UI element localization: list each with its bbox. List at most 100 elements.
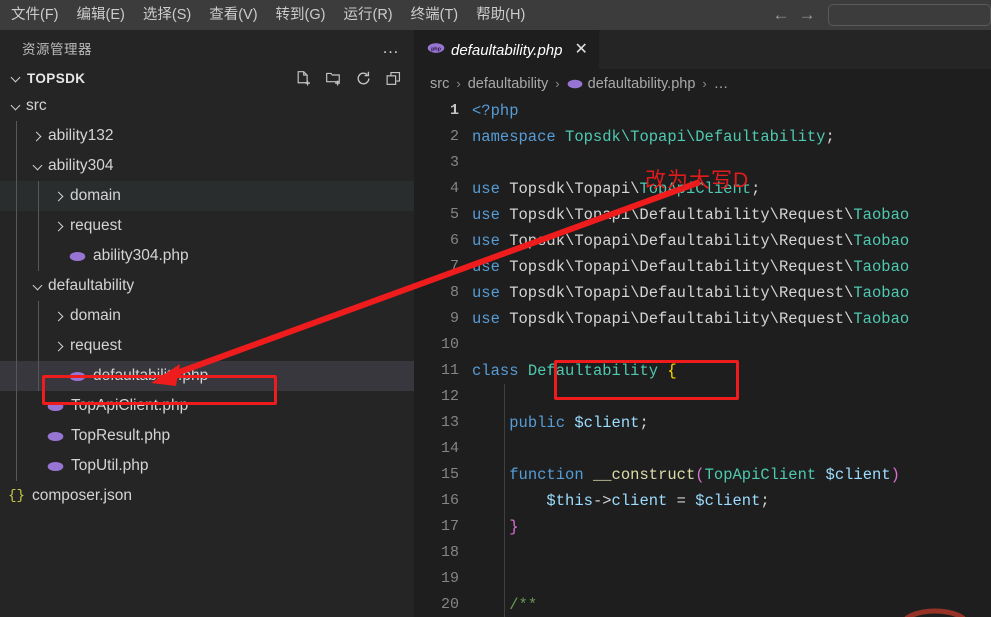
tree-item-defaultability-php[interactable]: defaultability.php (0, 361, 414, 391)
project-section-header[interactable]: TOPSDK (0, 65, 414, 91)
code-line: 7 use Topsdk\Topapi\Defaultability\Reques… (414, 254, 991, 280)
code-token: client (611, 492, 668, 510)
code-line-text: $this->client = $client; (472, 488, 769, 514)
new-folder-icon[interactable] (325, 70, 342, 87)
indent-guide (16, 181, 17, 211)
tree-item-label: TopApiClient.php (71, 397, 189, 414)
menu-edit[interactable]: 编辑(E) (68, 2, 134, 28)
line-number: 4 (449, 180, 459, 197)
menu-view[interactable]: 查看(V) (200, 2, 266, 28)
tree-item-ability304[interactable]: ability304 (0, 151, 414, 181)
code-token: /** (509, 596, 538, 614)
code-line-text: use Topsdk\Topapi\Defaultability\Request… (472, 202, 909, 228)
code-token: TopApiClient (639, 180, 752, 198)
indent-guide (16, 121, 17, 151)
breadcrumb-separator: › (456, 76, 461, 91)
line-number: 10 (440, 336, 459, 353)
new-file-icon[interactable] (295, 70, 312, 87)
chevron-right-icon[interactable] (52, 308, 68, 324)
tree-item-TopResult-php[interactable]: TopResult.php (0, 421, 414, 451)
tab-defaultability-php[interactable]: php defaultability.php ✕ (414, 30, 600, 69)
refresh-icon[interactable] (355, 70, 372, 87)
more-actions-icon[interactable]: … (382, 39, 400, 56)
tree-item-ability132[interactable]: ability132 (0, 121, 414, 151)
tree-item-label: defaultability (48, 277, 135, 294)
code-token: TopApiClient (704, 466, 817, 484)
tree-item-content: domain (0, 307, 121, 325)
breadcrumb-separator: › (555, 76, 560, 91)
code-token: Taobao (853, 284, 910, 302)
tree-item-domain[interactable]: domain (0, 301, 414, 331)
code-token: Topsdk\Topapi\Defaultability (565, 128, 826, 146)
tree-item-request[interactable]: request (0, 331, 414, 361)
tree-item-composer-json[interactable]: {} composer.json (0, 481, 414, 511)
tree-item-content: ability132 (0, 127, 114, 145)
explorer-title-bar: 资源管理器 … (0, 30, 414, 65)
close-icon[interactable]: ✕ (574, 42, 587, 58)
tree-item-label: request (70, 337, 122, 354)
command-center-input[interactable] (828, 4, 991, 26)
chevron-right-icon[interactable] (52, 188, 68, 204)
breadcrumb-item-file[interactable]: defaultability.php (588, 76, 696, 92)
tree-item-label: TopResult.php (71, 427, 171, 444)
tree-item-label: src (26, 97, 47, 114)
tree-item-request[interactable]: request (0, 211, 414, 241)
tree-item-ability304-php[interactable]: ability304.php (0, 241, 414, 271)
tree-item-content: TopResult.php (0, 427, 170, 445)
menu-go[interactable]: 转到(G) (267, 2, 335, 28)
code-token: $client (695, 492, 761, 510)
go-forward-icon[interactable]: → (794, 0, 820, 30)
line-number: 13 (440, 414, 459, 431)
code-token: Topsdk\Topapi\Defaultability\Request\ (499, 258, 854, 276)
chevron-right-icon[interactable] (30, 128, 46, 144)
code-line: 19 (414, 566, 991, 592)
tree-item-TopApiClient-php[interactable]: TopApiClient.php (0, 391, 414, 421)
code-token: Topsdk\Topapi\Defaultability\Request\ (499, 284, 854, 302)
chevron-down-icon[interactable] (30, 278, 46, 294)
menu-selection[interactable]: 选择(S) (134, 2, 200, 28)
code-line: 10 (414, 332, 991, 358)
code-line: 1 <?php (414, 98, 991, 124)
tree-item-defaultability[interactable]: defaultability (0, 271, 414, 301)
code-token: Taobao (853, 206, 910, 224)
menu-file[interactable]: 文件(F) (2, 2, 68, 28)
line-number: 20 (440, 596, 459, 613)
code-editor[interactable]: 1 <?php 2 namespace Topsdk\Topapi\Defaultab… (414, 98, 991, 617)
menu-help[interactable]: 帮助(H) (467, 2, 534, 28)
code-line: 16 $this->client = $client; (414, 488, 991, 514)
tree-item-TopUtil-php[interactable]: TopUtil.php (0, 451, 414, 481)
vscode-window: 文件(F) 编辑(E) 选择(S) 查看(V) 转到(G) 运行(R) 终端(T… (0, 0, 991, 617)
go-back-icon[interactable]: ← (768, 0, 794, 30)
chevron-down-icon (8, 70, 24, 86)
explorer-sidebar: 资源管理器 … TOPSDK src ability132 ability304… (0, 30, 414, 617)
tree-item-domain[interactable]: domain (0, 181, 414, 211)
code-token: ( (695, 466, 705, 484)
tree-item-content: request (0, 217, 122, 235)
code-token: Taobao (853, 258, 910, 276)
breadcrumb-item-src[interactable]: src (430, 76, 449, 92)
menu-run[interactable]: 运行(R) (334, 2, 401, 28)
explorer-title: 资源管理器 (22, 41, 92, 57)
breadcrumb-item-more[interactable]: … (714, 76, 729, 92)
code-token: use (472, 310, 500, 328)
chevron-down-icon[interactable] (30, 158, 46, 174)
chevron-right-icon[interactable] (52, 218, 68, 234)
tree-item-content: defaultability (0, 277, 134, 295)
menu-terminal[interactable]: 终端(T) (402, 2, 468, 28)
tree-item-content: request (0, 337, 122, 355)
indent-guide (38, 361, 39, 391)
breadcrumb-item-defaultability[interactable]: defaultability (468, 76, 549, 92)
tree-item-src[interactable]: src (0, 91, 414, 121)
chevron-right-icon[interactable] (52, 338, 68, 354)
collapse-all-icon[interactable] (385, 70, 402, 87)
chevron-down-icon[interactable] (8, 98, 24, 114)
file-tree: src ability132 ability304 domain request abil… (0, 91, 414, 511)
indent-guide (38, 241, 39, 271)
code-line: 15 function __construct(TopApiClient $cl… (414, 462, 991, 488)
line-number: 8 (449, 284, 459, 301)
code-token: use (472, 180, 500, 198)
